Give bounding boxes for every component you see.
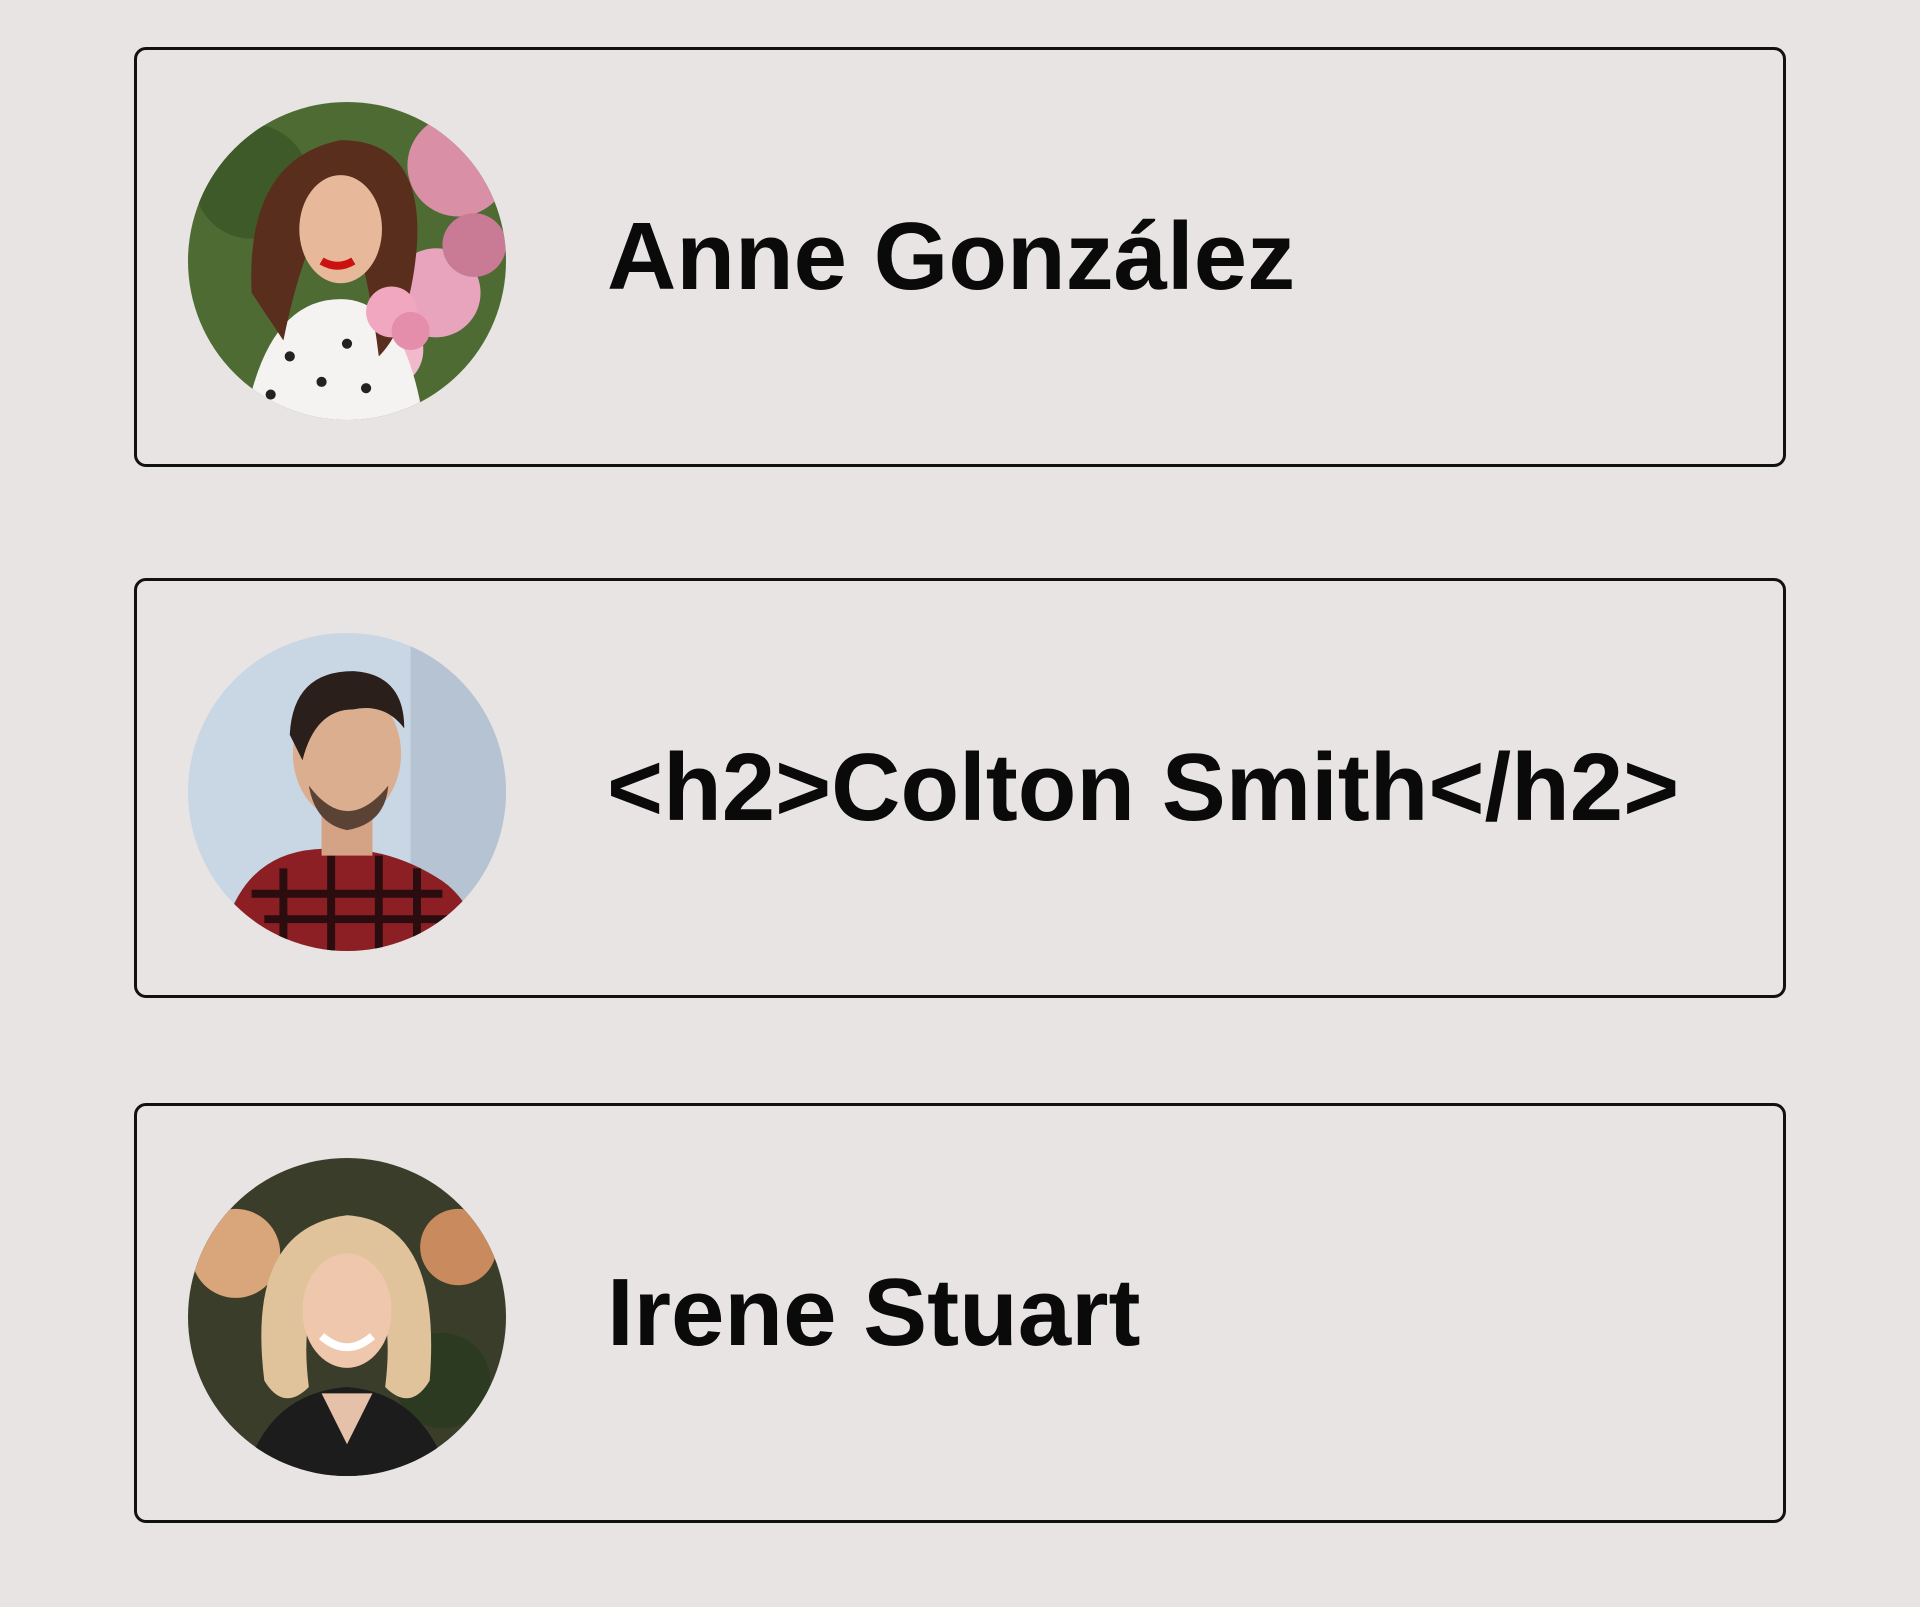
- avatar-photo-icon: [188, 1158, 506, 1476]
- person-card[interactable]: <h2>Colton Smith</h2>: [134, 578, 1786, 998]
- person-name: Irene Stuart: [607, 1259, 1141, 1366]
- avatar-photo-icon: [188, 633, 506, 951]
- avatar: [188, 633, 506, 951]
- person-name: Anne González: [607, 203, 1296, 310]
- people-list: Anne González <h2>Colton Smith</h2> Iren…: [0, 0, 1920, 1607]
- person-name: <h2>Colton Smith</h2>: [607, 734, 1680, 841]
- avatar-photo-icon: [188, 102, 506, 420]
- avatar: [188, 102, 506, 420]
- person-card[interactable]: Irene Stuart: [134, 1103, 1786, 1523]
- avatar: [188, 1158, 506, 1476]
- person-card[interactable]: Anne González: [134, 47, 1786, 467]
